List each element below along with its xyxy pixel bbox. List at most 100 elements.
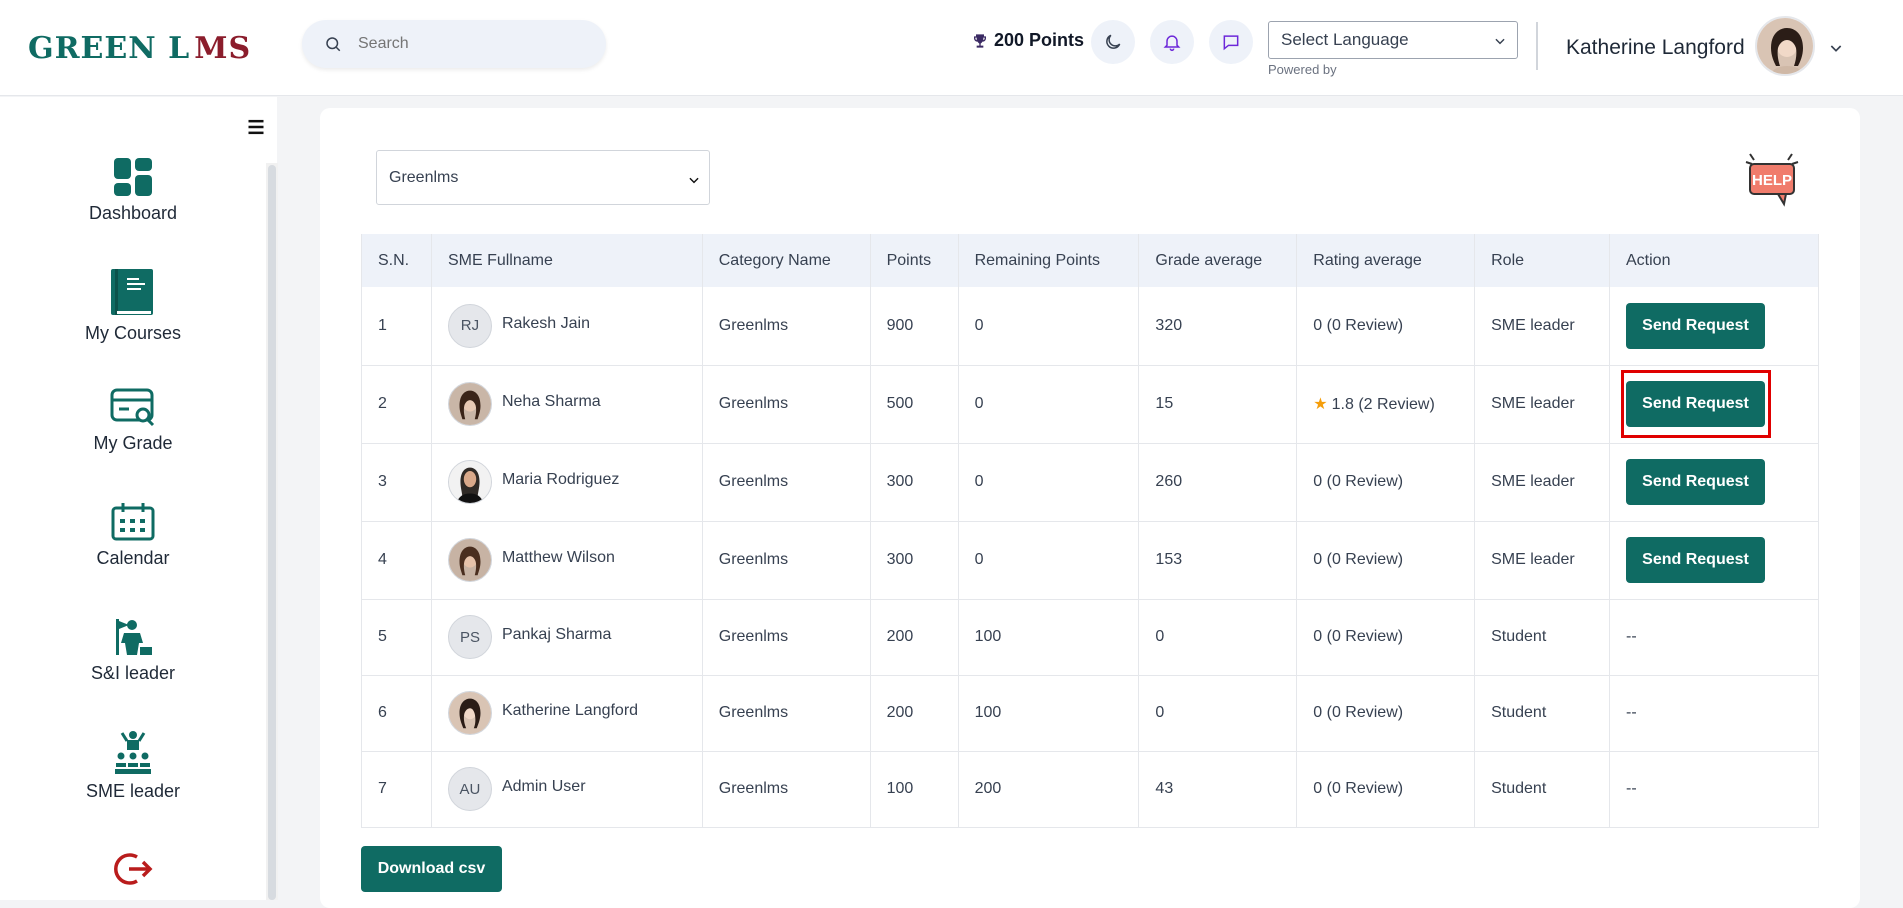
cell-sme: Maria Rodriguez [431,443,703,522]
sidebar-item-my-grade[interactable]: My Grade [0,387,266,454]
sidebar-item-si-leader[interactable]: S&I leader [0,617,266,684]
cell-rating: 0 (0 Review) [1296,751,1476,828]
cell-category: Greenlms [702,521,871,600]
sme-name: Rakesh Jain [501,314,590,332]
avatar [447,691,492,735]
cell-points: 100 [870,751,959,828]
logo[interactable]: GREEN L MS [28,28,251,68]
cell-sn: 6 [361,675,432,752]
cell-remaining: 0 [958,521,1140,600]
sidebar-item-calendar[interactable]: Calendar [0,502,266,569]
logo-text: GREEN L [28,30,191,66]
star-icon: ★ [1313,396,1328,413]
avatar: PS [447,615,492,659]
language-select[interactable]: Select Language [1268,21,1518,59]
cell-action: -- [1609,675,1819,752]
language-select-label: Select Language [1281,30,1409,49]
sidebar-item-sme-leader[interactable]: SME leader [0,729,266,802]
sme-name: Admin User [501,778,586,795]
cell-grade: 15 [1138,365,1298,444]
cell-sn: 4 [361,521,432,600]
messages-button[interactable] [1209,20,1253,64]
cell-grade: 260 [1138,443,1298,522]
chat-icon [1223,35,1239,51]
cell-role: Student [1474,599,1610,676]
cell-role: Student [1474,751,1610,828]
cell-remaining: 100 [958,599,1140,676]
dark-mode-button[interactable] [1091,20,1135,64]
cell-sme: Matthew Wilson [431,521,703,600]
table-row: 7 AU Admin User Greenlms 100 200 43 0 (0 … [361,751,1819,828]
chevron-down-icon[interactable] [1828,40,1844,56]
category-select[interactable]: Greenlms [376,150,710,205]
send-request-button[interactable]: Send Request [1626,302,1765,349]
cell-points: 900 [870,287,959,366]
sidebar-item-label: Dashboard [88,203,178,223]
cell-points: 300 [870,521,959,600]
column-header: Grade average [1138,234,1298,287]
avatar [447,460,492,504]
cell-remaining: 0 [958,443,1140,522]
avatar: RJ [447,303,492,348]
sidebar-item-logout[interactable] [0,849,266,889]
sidebar-item-dashboard[interactable]: Dashboard [0,157,266,224]
leader-icon [116,619,152,655]
send-request-button[interactable]: Send Request [1626,537,1765,583]
sme-name: Maria Rodriguez [501,471,620,488]
cell-sme: PS Pankaj Sharma [431,599,703,676]
sidebar-item-my-courses[interactable]: My Courses [0,267,266,344]
category-select-value: Greenlms [389,168,459,186]
help-button[interactable]: HELP [1742,150,1802,215]
sidebar-item-label: SME leader [85,781,181,801]
column-header: SME Fullname [431,234,703,287]
send-request-button[interactable]: Send Request [1626,459,1765,505]
sme-name: Matthew Wilson [501,549,615,566]
cell-rating: 0 (0 Review) [1296,599,1476,676]
sme-table: S.N. SME Fullname Category Name Points R… [361,234,1819,828]
help-icon: HELP [1745,153,1799,207]
sidebar-scroll-thumb[interactable] [268,165,276,900]
cell-grade: 153 [1138,521,1298,600]
cell-role: SME leader [1474,365,1610,444]
search-bar[interactable] [302,20,606,68]
column-header: Action [1609,234,1819,287]
cell-grade: 0 [1138,599,1298,676]
help-label: HELP [1752,172,1792,189]
table-row: 6 Katherine Langford Greenlms 200 100 0 … [361,675,1819,752]
cell-category: Greenlms [702,443,871,522]
user-avatar[interactable] [1755,16,1815,76]
cell-role: SME leader [1474,521,1610,600]
cell-action: Send Request [1609,287,1819,366]
cell-sn: 3 [361,443,432,522]
sme-name: Pankaj Sharma [501,626,612,643]
cell-rating: ★ 1.8 (2 Review) [1296,365,1476,444]
sidebar-item-label: Calendar [96,548,170,568]
column-header: Points [870,234,959,287]
cell-points: 500 [870,365,959,444]
rating-text: 1.8 (2 Review) [1331,396,1435,413]
search-input[interactable] [358,35,578,53]
dashboard-icon [114,158,152,196]
chevron-down-icon [1495,38,1505,45]
cell-category: Greenlms [702,751,871,828]
sidebar-item-label: S&I leader [90,663,176,683]
cell-role: SME leader [1474,443,1610,522]
avatar [447,538,492,582]
team-leader-icon [115,731,151,774]
bell-icon [1163,35,1181,52]
menu-icon[interactable] [246,117,266,137]
highlight-box [1621,370,1771,438]
sme-name: Neha Sharma [501,393,601,410]
table-header-row: S.N. SME Fullname Category Name Points R… [361,234,1819,287]
column-header: Remaining Points [958,234,1140,287]
user-name[interactable]: Katherine Langford [1566,36,1745,60]
cell-category: Greenlms [702,287,871,366]
trophy-icon [974,33,986,48]
cell-remaining: 200 [958,751,1140,828]
cell-points: 200 [870,675,959,752]
cell-category: Greenlms [702,675,871,752]
avatar [447,382,492,426]
search-icon [326,37,341,52]
download-csv-button[interactable]: Download csv [361,846,502,892]
notifications-button[interactable] [1150,20,1194,64]
